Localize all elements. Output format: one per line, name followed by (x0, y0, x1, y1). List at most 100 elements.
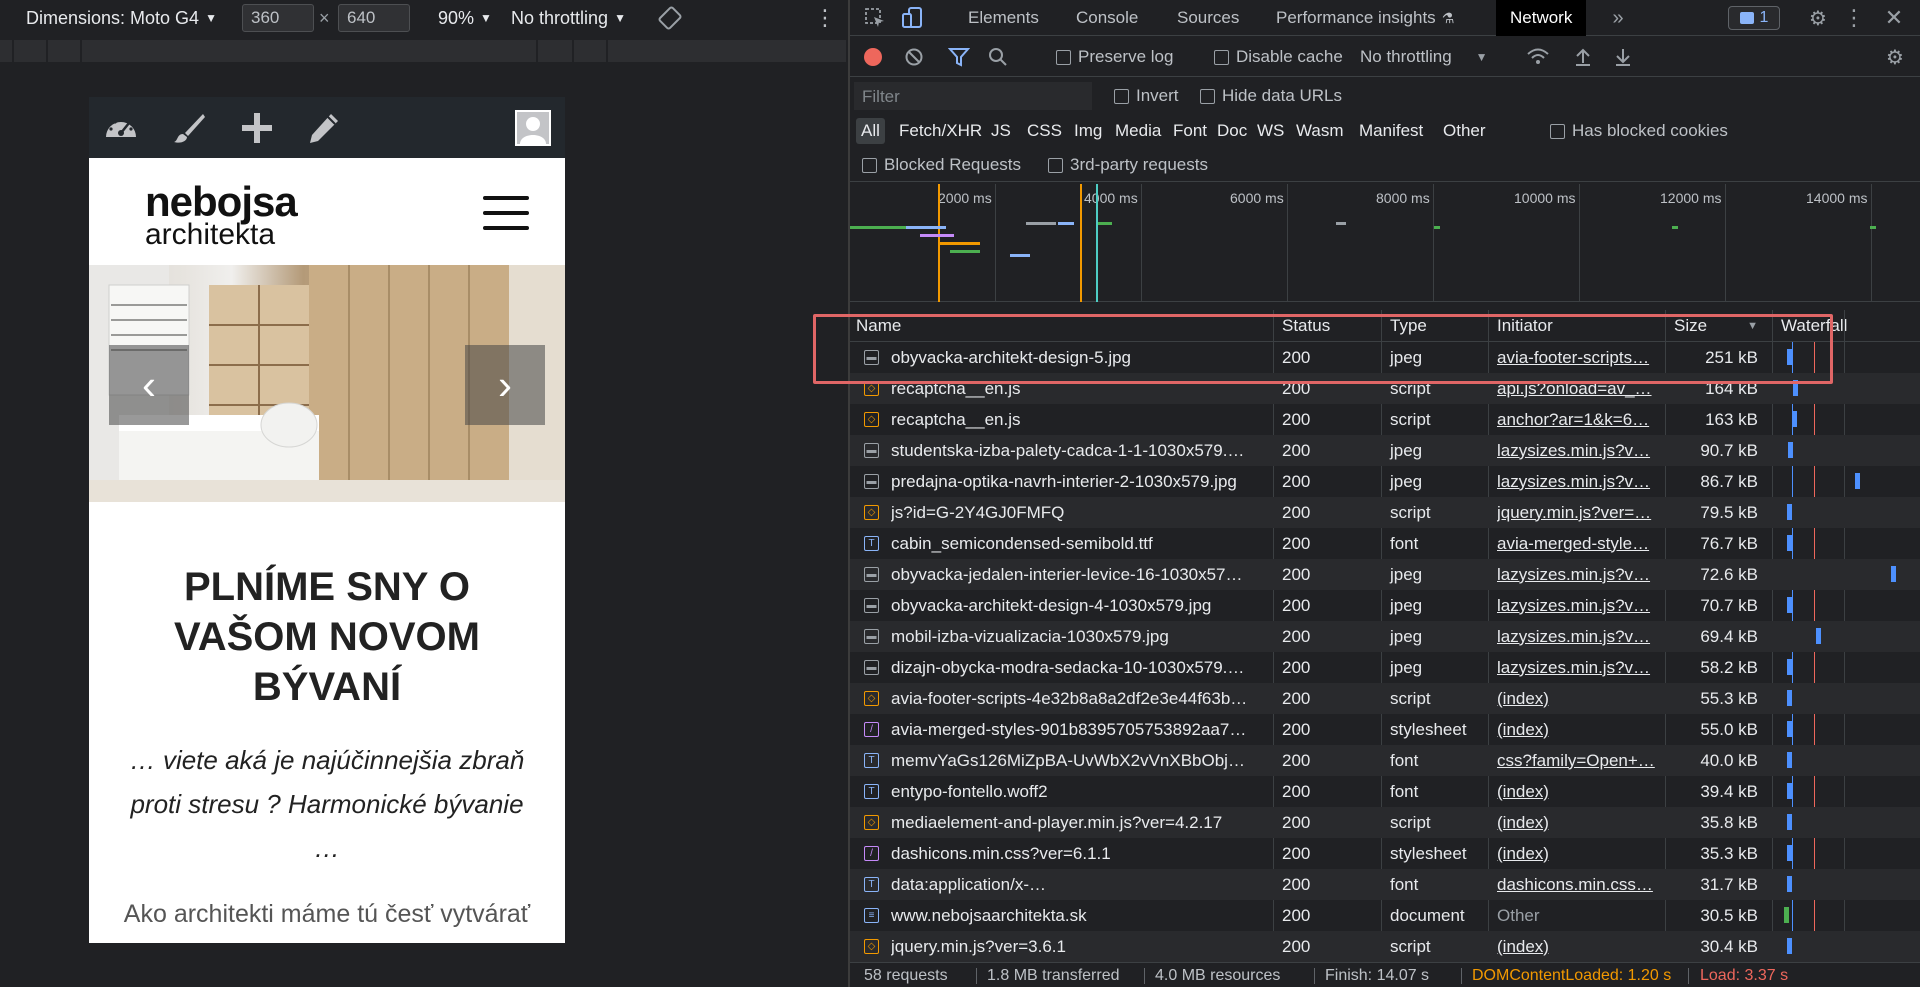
table-row[interactable]: ◇ recaptcha__en.js 200 script anchor?ar=1&k=… (850, 404, 1920, 435)
ruler-segment[interactable] (574, 40, 608, 62)
close-icon[interactable]: ✕ (1880, 0, 1908, 36)
export-har-icon[interactable] (1614, 37, 1632, 77)
search-button[interactable] (988, 37, 1008, 77)
request-initiator[interactable]: anchor?ar=1&k=6… (1497, 410, 1662, 430)
type-filter-css[interactable]: CSS (1022, 118, 1067, 144)
inspect-element-icon[interactable] (860, 0, 890, 36)
request-name-cell[interactable]: / dashicons.min.css?ver=6.1.1 (850, 838, 1270, 869)
issues-badge[interactable]: 1 (1728, 6, 1780, 30)
table-row[interactable]: ◇ mediaelement-and-player.min.js?ver=4.2.… (850, 807, 1920, 838)
request-initiator[interactable]: lazysizes.min.js?v… (1497, 596, 1662, 616)
checkbox[interactable] (1056, 49, 1071, 65)
hamburger-menu-icon[interactable] (483, 196, 529, 230)
request-name-cell[interactable]: ▬ obyvacka-architekt-design-4-1030x579.jp… (850, 590, 1270, 621)
tab-performance-insights[interactable]: Performance insights ⚗ (1276, 0, 1454, 36)
request-initiator-cell[interactable]: (index) (1491, 931, 1667, 962)
request-initiator-cell[interactable]: dashicons.min.css… (1491, 869, 1667, 900)
import-har-icon[interactable] (1574, 37, 1592, 77)
request-initiator-cell[interactable]: lazysizes.min.js?v… (1491, 652, 1667, 683)
waterfall-bar[interactable] (1786, 721, 1792, 737)
type-filter-font[interactable]: Font (1168, 118, 1212, 144)
record-button[interactable] (864, 37, 882, 77)
request-name-cell[interactable]: ◇ js?id=G-2Y4GJ0FMFQ (850, 497, 1270, 528)
request-initiator[interactable]: css?family=Open+… (1497, 751, 1662, 771)
request-initiator-cell[interactable]: avia-merged-style… (1491, 528, 1667, 559)
ruler-segment[interactable] (82, 40, 538, 62)
request-name-cell[interactable]: ◇ avia-footer-scripts-4e32b8a8a2df2e3e44f… (850, 683, 1270, 714)
table-row[interactable]: TmemvYaGs126MiZpBA-UvWbX2vVnXBbObj… 200 fo… (850, 745, 1920, 776)
zoom-select[interactable]: 90% ▼ (438, 0, 492, 36)
rotate-icon[interactable] (658, 0, 682, 36)
disable-cache-checkbox[interactable]: Disable cache (1214, 37, 1343, 77)
table-row[interactable]: ◇ js?id=G-2Y4GJ0FMFQ 200 script jquery.min.j… (850, 497, 1920, 528)
waterfall-bar[interactable] (1786, 783, 1792, 799)
table-row[interactable]: Tentypo-fontello.woff2 200 font (index) 39.4… (850, 776, 1920, 807)
table-row[interactable]: ▬ obyvacka-architekt-design-4-1030x579.jp… (850, 590, 1920, 621)
device-toggle-icon[interactable] (898, 0, 928, 36)
waterfall-bar[interactable] (1788, 442, 1794, 458)
request-initiator[interactable]: lazysizes.min.js?v… (1497, 441, 1662, 461)
device-height-input[interactable]: 640 (338, 4, 410, 32)
checkbox[interactable] (1114, 88, 1129, 104)
tab-network[interactable]: Network (1496, 0, 1587, 36)
checkbox[interactable] (862, 157, 877, 173)
type-filter-media[interactable]: Media (1110, 118, 1166, 144)
table-row[interactable]: ◇ jquery.min.js?ver=3.6.1 200 script (index)… (850, 931, 1920, 962)
request-initiator-cell[interactable]: jquery.min.js?ver=… (1491, 497, 1667, 528)
request-name-cell[interactable]: ▬ studentska-izba-palety-cadca-1-1-1030x5… (850, 435, 1270, 466)
request-name-cell[interactable]: Tentypo-fontello.woff2 (850, 776, 1270, 807)
avatar[interactable] (515, 110, 551, 146)
request-name-cell[interactable]: ▬ obyvacka-jedalen-interier-levice-16-103… (850, 559, 1270, 590)
hide-data-urls-checkbox[interactable]: Hide data URLs (1200, 78, 1342, 114)
type-filter-doc[interactable]: Doc (1212, 118, 1252, 144)
request-name-cell[interactable]: ◇ recaptcha__en.js (850, 404, 1270, 435)
invert-checkbox[interactable]: Invert (1114, 78, 1179, 114)
checkbox[interactable] (1048, 157, 1063, 173)
network-conditions-icon[interactable] (1526, 37, 1550, 77)
more-options-icon[interactable]: ⋮ (814, 0, 836, 36)
request-initiator-cell[interactable]: anchor?ar=1&k=6… (1491, 404, 1667, 435)
request-name-cell[interactable]: ▬ mobil-izba-vizualizacia-1030x579.jpg (850, 621, 1270, 652)
request-initiator-cell[interactable]: (index) (1491, 838, 1667, 869)
request-initiator[interactable]: lazysizes.min.js?v… (1497, 627, 1662, 647)
table-row[interactable]: ≡ www.nebojsaarchitekta.sk 200 document Othe… (850, 900, 1920, 931)
type-filter-ws[interactable]: WS (1252, 118, 1289, 144)
has-blocked-cookies-checkbox[interactable]: Has blocked cookies (1550, 114, 1728, 148)
waterfall-bar[interactable] (1816, 628, 1822, 644)
waterfall-bar[interactable] (1791, 411, 1797, 427)
table-row[interactable]: ◇ avia-footer-scripts-4e32b8a8a2df2e3e44f… (850, 683, 1920, 714)
request-name-cell[interactable]: Tdata:application/x-… (850, 869, 1270, 900)
third-party-checkbox[interactable]: 3rd-party requests (1048, 148, 1208, 182)
device-dimensions-select[interactable]: Dimensions: Moto G4 ▼ (26, 0, 217, 36)
table-row[interactable]: ▬ studentska-izba-palety-cadca-1-1-1030x5… (850, 435, 1920, 466)
waterfall-bar[interactable] (1786, 845, 1792, 861)
filter-input[interactable]: Filter (854, 82, 1092, 110)
request-initiator[interactable]: lazysizes.min.js?v… (1497, 658, 1662, 678)
tab-console[interactable]: Console (1076, 0, 1138, 36)
ruler-segment[interactable] (538, 40, 574, 62)
request-initiator-cell[interactable]: lazysizes.min.js?v… (1491, 435, 1667, 466)
waterfall-bar[interactable] (1786, 535, 1792, 551)
request-initiator-cell[interactable]: lazysizes.min.js?v… (1491, 559, 1667, 590)
type-filter-manifest[interactable]: Manifest (1354, 118, 1428, 144)
table-row[interactable]: / dashicons.min.css?ver=6.1.1 200 styleshee… (850, 838, 1920, 869)
ruler-segment[interactable] (14, 40, 48, 62)
request-initiator-cell[interactable]: (index) (1491, 807, 1667, 838)
table-row[interactable]: ▬ obyvacka-jedalen-interier-levice-16-103… (850, 559, 1920, 590)
table-row[interactable]: ▬ dizajn-obycka-modra-sedacka-10-1030x579… (850, 652, 1920, 683)
request-initiator[interactable]: lazysizes.min.js?v… (1497, 472, 1662, 492)
waterfall-bar[interactable] (1786, 597, 1792, 613)
request-initiator[interactable]: avia-merged-style… (1497, 534, 1662, 554)
more-tabs-icon[interactable]: » (1606, 0, 1630, 36)
slider-prev-button[interactable]: ‹ (109, 345, 189, 425)
slider-next-button[interactable]: › (465, 345, 545, 425)
request-initiator[interactable]: (index) (1497, 813, 1662, 833)
waterfall-bar[interactable] (1786, 659, 1792, 675)
waterfall-bar[interactable] (1786, 752, 1792, 768)
waterfall-bar[interactable] (1786, 690, 1792, 706)
request-initiator[interactable]: dashicons.min.css… (1497, 875, 1662, 895)
edit-pencil-icon[interactable] (305, 111, 341, 145)
request-name-cell[interactable]: TmemvYaGs126MiZpBA-UvWbX2vVnXBbObj… (850, 745, 1270, 776)
device-throttling-select[interactable]: No throttling ▼ (511, 0, 626, 36)
waterfall-bar[interactable] (1784, 907, 1790, 923)
